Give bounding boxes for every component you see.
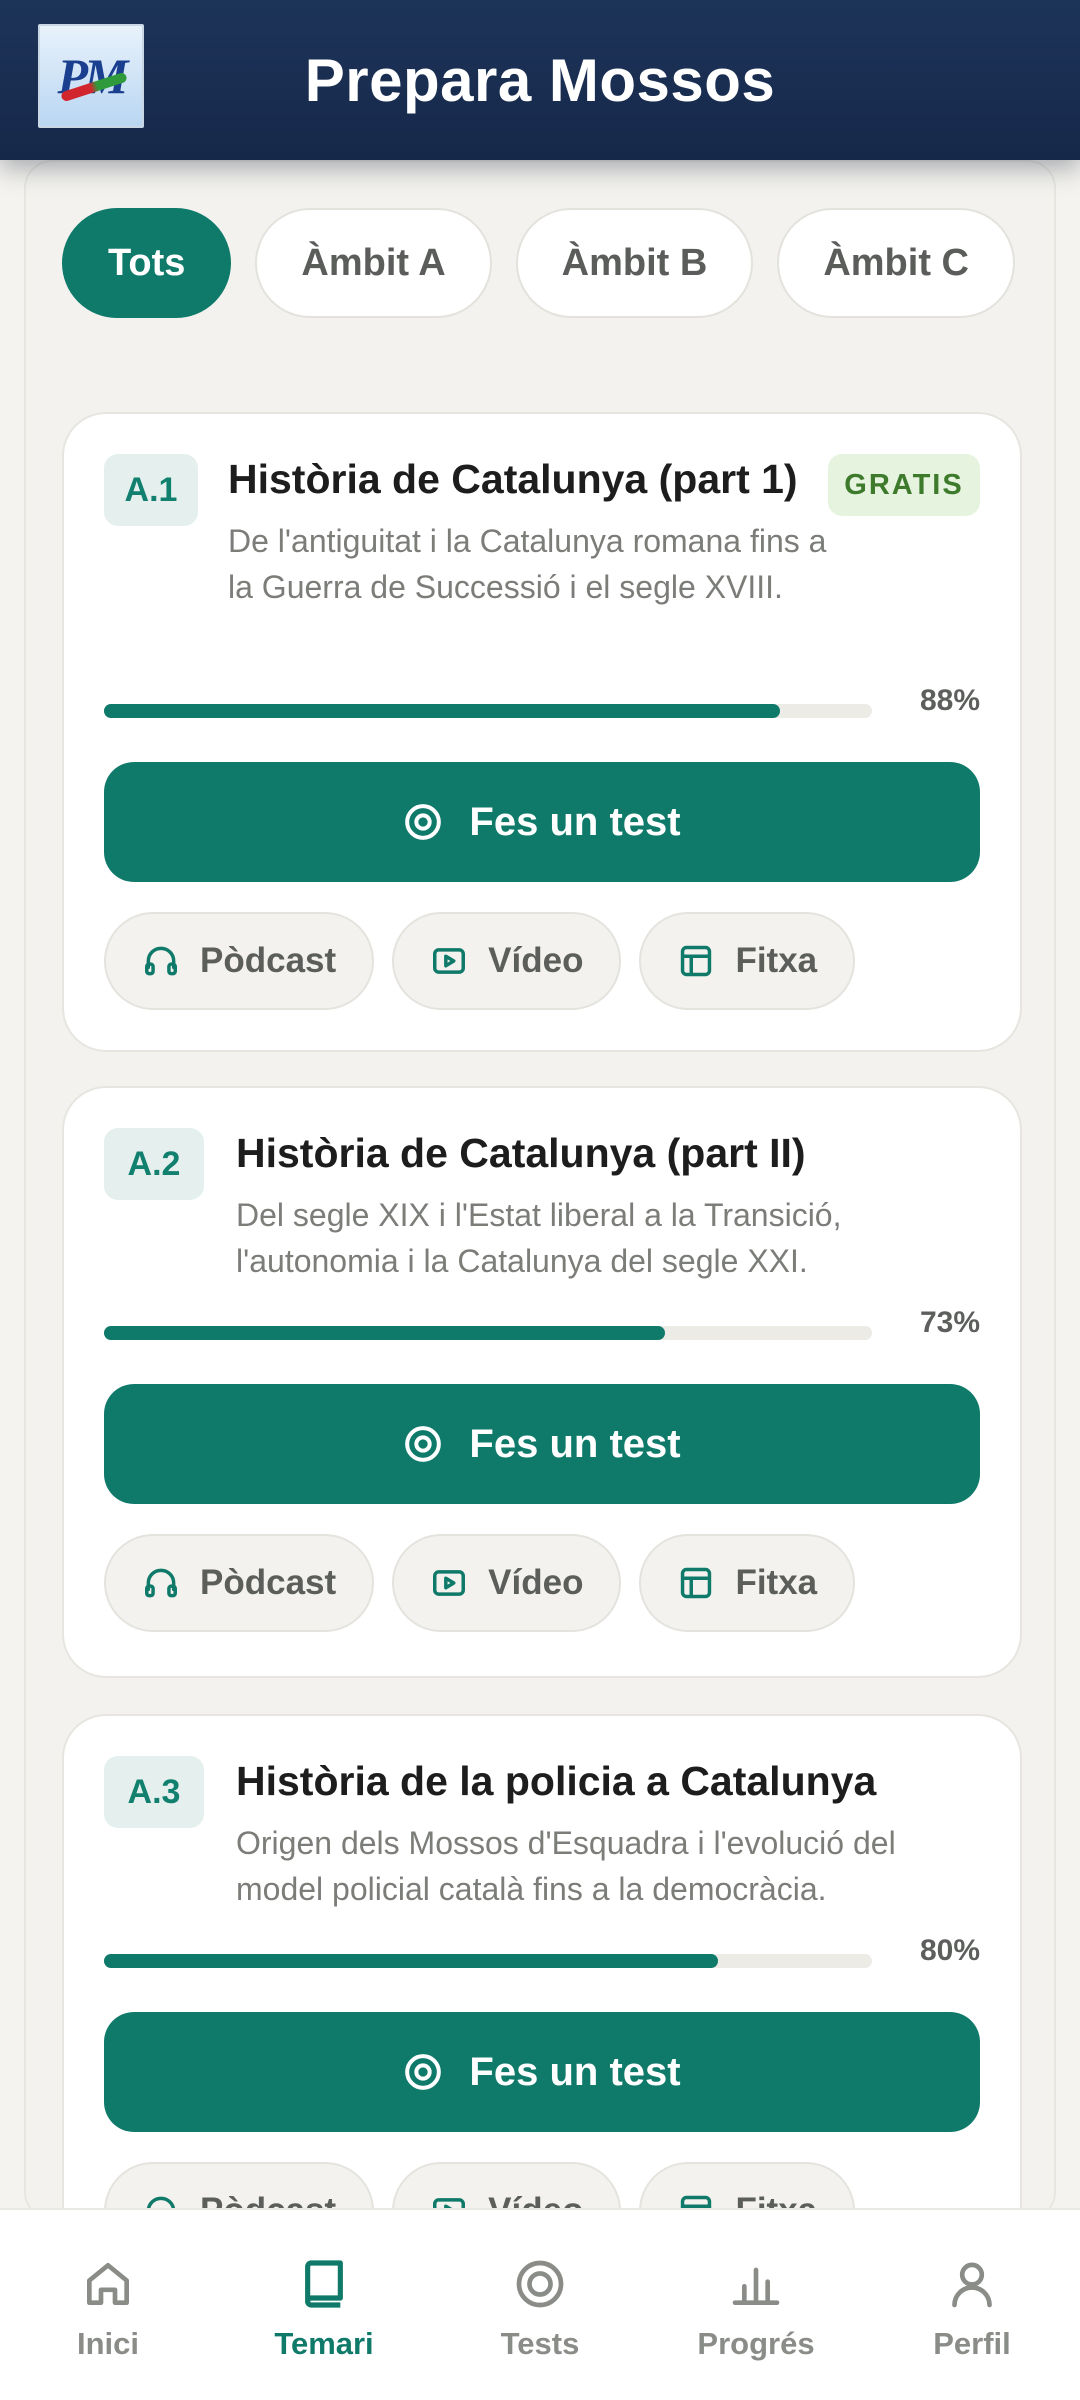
progress-bar — [104, 704, 872, 718]
progress-fill — [104, 1326, 665, 1340]
headphones-icon — [145, 946, 177, 976]
progress-fill — [104, 1954, 719, 1968]
target-icon — [516, 2260, 564, 2308]
nav-item-tests[interactable]: Tests — [440, 2210, 640, 2362]
topic-code-badge: A.3 — [104, 1756, 204, 1828]
nav-label: Tests — [500, 2326, 580, 2361]
sheet-button[interactable]: Fitxa — [639, 1534, 856, 1632]
topic-title: Història de Catalunya (part 1) — [228, 456, 798, 502]
content-panel[interactable]: Tots Àmbit A Àmbit B Àmbit C A.1 Històri… — [24, 160, 1056, 2220]
podcast-label: Pòdcast — [200, 1563, 337, 1602]
filter-ambit-c[interactable]: Àmbit C — [777, 208, 1015, 318]
take-test-label: Fes un test — [469, 2049, 681, 2094]
topic-card-a2: A.2 Història de Catalunya (part II) Del … — [62, 1086, 1022, 1678]
book-icon — [305, 2260, 343, 2308]
app-title: Prepara Mossos — [304, 46, 776, 114]
video-icon — [433, 1570, 466, 1596]
nav-item-profile[interactable]: Perfil — [872, 2210, 1072, 2362]
topic-card-a3: A.3 Història de la policia a Catalunya O… — [62, 1714, 1022, 2218]
target-icon — [405, 1426, 442, 1462]
nav-label: Inici — [76, 2326, 139, 2361]
nav-item-progress[interactable]: Progrés — [656, 2210, 856, 2362]
filter-all[interactable]: Tots — [62, 208, 232, 318]
user-icon — [952, 2262, 992, 2308]
topic-description: Origen dels Mossos d'Esquadra i l'evoluc… — [236, 1825, 896, 1907]
home-icon — [87, 2263, 129, 2305]
nav-label: Perfil — [933, 2326, 1011, 2361]
bottom-navigation: Inici Temari Tests Progrés Perfil — [0, 2208, 1080, 2400]
layout-icon — [681, 1567, 712, 1599]
progress-percent: 88% — [919, 684, 980, 717]
progress-percent: 73% — [919, 1306, 980, 1339]
progress-bar — [104, 1326, 872, 1340]
filter-ambit-b[interactable]: Àmbit B — [515, 208, 754, 318]
filter-ambit-a[interactable]: Àmbit A — [255, 208, 492, 318]
take-test-label: Fes un test — [469, 1421, 681, 1466]
target-icon — [405, 804, 442, 840]
video-button[interactable]: Vídeo — [392, 1534, 622, 1632]
topic-description: De l'antiguitat i la Catalunya romana fi… — [228, 523, 827, 605]
topic-title: Història de Catalunya (part II) — [236, 1130, 806, 1176]
video-label: Vídeo — [488, 1563, 584, 1602]
podcast-label: Pòdcast — [200, 941, 337, 980]
progress-bar — [104, 1954, 872, 1968]
sheet-button[interactable]: Fitxa — [639, 912, 856, 1010]
sheet-label: Fitxa — [735, 1563, 818, 1602]
nav-item-home[interactable]: Inici — [8, 2210, 208, 2362]
video-label: Vídeo — [488, 941, 584, 980]
topic-code-badge: A.2 — [104, 1128, 204, 1200]
take-test-button[interactable]: Fes un test — [104, 762, 980, 882]
filter-chips: Tots Àmbit A Àmbit B Àmbit C — [62, 208, 1015, 318]
video-icon — [433, 948, 466, 974]
nav-label: Progrés — [697, 2326, 815, 2361]
take-test-label: Fes un test — [469, 799, 681, 844]
podcast-button[interactable]: Pòdcast — [104, 1534, 375, 1632]
target-icon — [405, 2054, 442, 2090]
podcast-button[interactable]: Pòdcast — [104, 912, 375, 1010]
topic-description: Del segle XIX i l'Estat liberal a la Tra… — [236, 1197, 842, 1279]
nav-label: Temari — [274, 2326, 374, 2361]
take-test-button[interactable]: Fes un test — [104, 1384, 980, 1504]
topic-card-a1: A.1 Història de Catalunya (part 1) GRATI… — [62, 412, 1022, 1052]
topic-title: Història de la policia a Catalunya — [236, 1758, 877, 1804]
resource-buttons: Pòdcast Vídeo Fitxa — [104, 1534, 856, 1632]
layout-icon — [681, 945, 712, 977]
nav-item-syllabus[interactable]: Temari — [224, 2210, 424, 2362]
take-test-button[interactable]: Fes un test — [104, 2012, 980, 2132]
app-logo: PM — [38, 24, 144, 128]
free-badge: GRATIS — [828, 454, 980, 516]
resource-buttons: Pòdcast Vídeo Fitxa — [104, 912, 856, 1010]
bar-chart-icon — [732, 2267, 780, 2305]
progress-fill — [104, 704, 780, 718]
video-button[interactable]: Vídeo — [392, 912, 622, 1010]
app-header: PM Prepara Mossos — [0, 0, 1080, 160]
progress-percent: 80% — [919, 1934, 980, 1967]
topic-code-badge: A.1 — [104, 454, 198, 526]
headphones-icon — [145, 1568, 177, 1598]
sheet-label: Fitxa — [735, 941, 818, 980]
